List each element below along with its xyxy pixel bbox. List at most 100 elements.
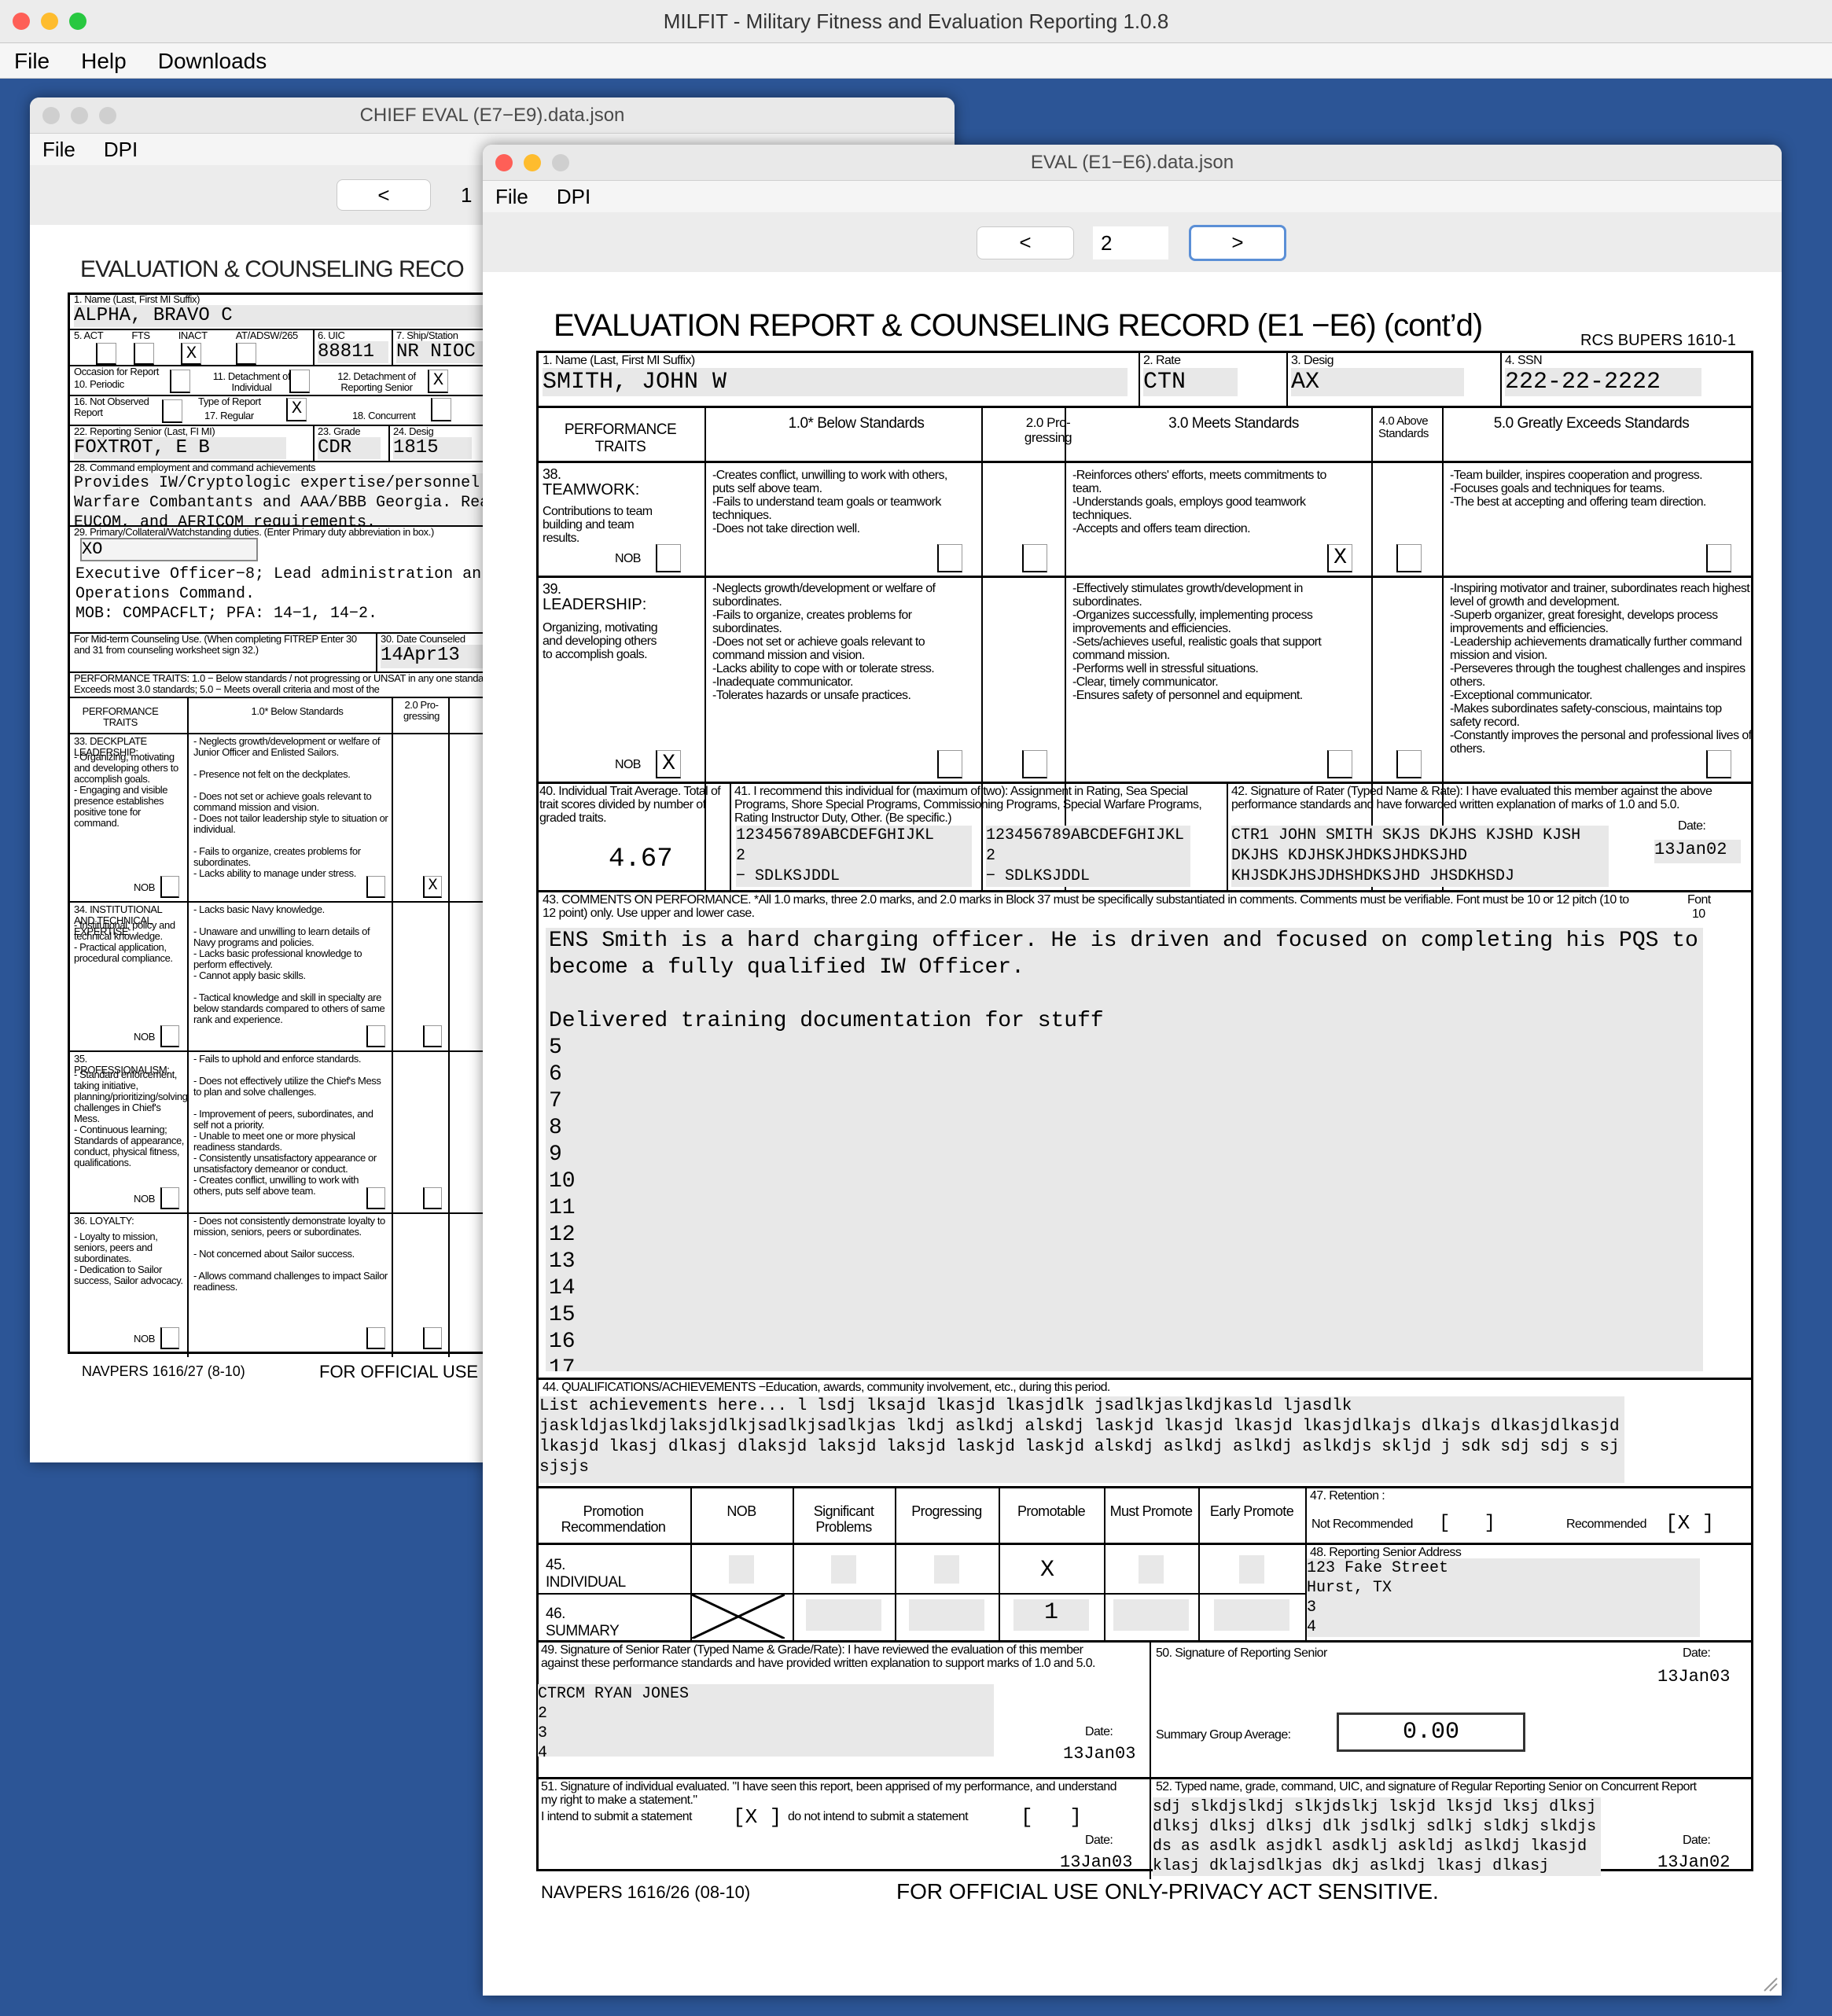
- menu-dpi[interactable]: DPI: [557, 181, 590, 212]
- desig-field[interactable]: 1815: [393, 437, 472, 459]
- zoom-icon[interactable]: [99, 107, 116, 124]
- summary-promo-cell[interactable]: [806, 1599, 881, 1631]
- summary-promo-cell[interactable]: [1113, 1599, 1189, 1631]
- summary-promo-cell[interactable]: [1214, 1599, 1289, 1631]
- menu-dpi[interactable]: DPI: [104, 134, 138, 165]
- individual-promo-cell[interactable]: [1139, 1555, 1164, 1584]
- chief-below-checkbox[interactable]: [366, 1327, 385, 1349]
- individual-promo-cell[interactable]: [729, 1555, 754, 1584]
- desig-field[interactable]: AX: [1291, 368, 1464, 396]
- teamwork-nob-checkbox[interactable]: [656, 544, 681, 572]
- summary-promo-cell[interactable]: [909, 1599, 984, 1631]
- page-number-input[interactable]: 1: [461, 179, 472, 211]
- summary-promotable-count[interactable]: 1: [1013, 1599, 1089, 1631]
- member-date[interactable]: 13Jan03: [1060, 1852, 1132, 1872]
- font-size-value[interactable]: 10: [1692, 907, 1705, 921]
- leadership-3-checkbox[interactable]: [1327, 750, 1352, 778]
- rs-field[interactable]: FOXTROT, E B: [74, 437, 286, 459]
- recommended-mark[interactable]: [X ]: [1665, 1511, 1714, 1535]
- rater-date-field[interactable]: 13Jan02: [1654, 840, 1741, 863]
- name-field[interactable]: ALPHA, BRAVO C: [74, 305, 483, 327]
- leadership-1-checkbox[interactable]: [937, 750, 962, 778]
- not-intend-mark[interactable]: [ ]: [1021, 1805, 1082, 1829]
- chief-below-checkbox[interactable]: [366, 1025, 385, 1047]
- chief-below-checkbox[interactable]: [366, 1187, 385, 1209]
- zoom-icon[interactable]: [69, 13, 86, 30]
- zoom-icon[interactable]: [552, 154, 569, 171]
- menu-file[interactable]: File: [14, 43, 50, 78]
- name-field[interactable]: SMITH, JOHN W: [543, 368, 1128, 396]
- recommendation-1-field[interactable]: 123456789ABCDEFGHIJKL 2 − SDLKSJDDL: [736, 826, 972, 887]
- minimize-icon[interactable]: [41, 13, 58, 30]
- senior-rater-field[interactable]: CTRCM RYAN JONES 2 3 4: [538, 1684, 994, 1757]
- teamwork-4-checkbox[interactable]: [1396, 544, 1422, 572]
- next-page-button[interactable]: >: [1189, 225, 1286, 261]
- leadership-nob-checkbox[interactable]: X: [656, 750, 681, 778]
- prev-page-button[interactable]: <: [337, 179, 431, 211]
- teamwork-1-checkbox[interactable]: [937, 544, 962, 572]
- rater-signature-field[interactable]: CTR1 JOHN SMITH SKJS DKJHS KJSHD KJSH DK…: [1231, 826, 1609, 887]
- ssn-field[interactable]: 222-22-2222: [1505, 368, 1701, 396]
- leadership-4-checkbox[interactable]: [1396, 750, 1422, 778]
- individual-promo-cell[interactable]: [831, 1555, 856, 1584]
- rs-address-field[interactable]: 123 Fake Street Hurst, TX 3 4: [1307, 1558, 1700, 1637]
- recommendation-2-field[interactable]: 123456789ABCDEFGHIJKL 2 − SDLKSJDDL: [986, 826, 1190, 887]
- detachment-rs-checkbox[interactable]: X: [428, 370, 448, 393]
- chief-nob-checkbox[interactable]: [160, 1187, 179, 1209]
- concurrent-rs-field[interactable]: sdj slkdjslkdj slkjdslkj lskjd lksjd lks…: [1153, 1797, 1601, 1876]
- chief-progressing-checkbox[interactable]: X: [423, 876, 442, 898]
- inact-checkbox[interactable]: X: [181, 343, 201, 365]
- concurrent-checkbox[interactable]: [431, 398, 451, 421]
- command-field[interactable]: Provides IW/Cryptologic expertise/person…: [74, 473, 514, 525]
- close-icon[interactable]: [495, 154, 513, 171]
- not-observed-checkbox[interactable]: [162, 399, 182, 423]
- qualifications-field[interactable]: List achievements here... l lsdj lksajd …: [539, 1396, 1624, 1483]
- grade-field[interactable]: CDR: [318, 437, 381, 459]
- reporting-senior-date[interactable]: 13Jan03: [1657, 1667, 1730, 1687]
- minimize-icon[interactable]: [524, 154, 541, 171]
- teamwork-3-checkbox[interactable]: X: [1327, 544, 1352, 572]
- menu-file[interactable]: File: [495, 181, 528, 212]
- page-number-input[interactable]: 2: [1093, 226, 1168, 259]
- chief-progressing-checkbox[interactable]: [423, 1187, 442, 1209]
- act-checkbox[interactable]: [96, 343, 116, 365]
- chief-nob-checkbox[interactable]: [160, 1025, 179, 1047]
- prev-page-button[interactable]: <: [977, 226, 1074, 259]
- rate-field[interactable]: CTN: [1143, 368, 1238, 396]
- chief-nob-checkbox[interactable]: [160, 1327, 179, 1349]
- atadsw-checkbox[interactable]: [236, 343, 256, 365]
- concurrent-rs-date[interactable]: 13Jan02: [1657, 1852, 1730, 1872]
- sga-field[interactable]: 0.00: [1337, 1712, 1525, 1752]
- menu-file[interactable]: File: [42, 134, 75, 165]
- chief-progressing-checkbox[interactable]: [423, 1327, 442, 1349]
- individual-promo-cell[interactable]: [934, 1555, 959, 1584]
- periodic-checkbox[interactable]: [170, 370, 190, 393]
- intend-mark[interactable]: [X ]: [733, 1805, 782, 1829]
- close-icon[interactable]: [13, 13, 30, 30]
- close-icon[interactable]: [42, 107, 60, 124]
- individual-promotable-mark[interactable]: X: [1040, 1557, 1054, 1584]
- fts-checkbox[interactable]: [134, 343, 154, 365]
- teamwork-5-checkbox[interactable]: [1706, 544, 1731, 572]
- menu-downloads[interactable]: Downloads: [158, 43, 267, 78]
- chief-progressing-checkbox[interactable]: [423, 1025, 442, 1047]
- comments-field[interactable]: ENS Smith is a hard charging officer. He…: [546, 928, 1703, 1371]
- leadership-2-checkbox[interactable]: [1022, 750, 1047, 778]
- chief-below-checkbox[interactable]: [366, 876, 385, 898]
- senior-rater-date[interactable]: 13Jan03: [1063, 1744, 1135, 1764]
- duty-abbr-field[interactable]: XO: [80, 538, 258, 561]
- trait-average-field[interactable]: 4.67: [609, 844, 673, 874]
- menu-help[interactable]: Help: [81, 43, 127, 78]
- minimize-icon[interactable]: [71, 107, 88, 124]
- individual-promo-cell[interactable]: [1239, 1555, 1264, 1584]
- duties-field[interactable]: Executive Officer−8; Lead administration…: [75, 565, 516, 627]
- date-counseled-field[interactable]: 14Apr13: [381, 645, 498, 668]
- regular-checkbox[interactable]: X: [286, 398, 307, 421]
- chief-nob-checkbox[interactable]: [160, 876, 179, 898]
- detachment-individual-checkbox[interactable]: [289, 370, 310, 393]
- uic-field[interactable]: 88811: [318, 341, 388, 363]
- not-recommended-mark[interactable]: [ ]: [1439, 1513, 1495, 1534]
- teamwork-2-checkbox[interactable]: [1022, 544, 1047, 572]
- leadership-5-checkbox[interactable]: [1706, 750, 1731, 778]
- resize-grip-icon[interactable]: [1761, 1975, 1779, 1992]
